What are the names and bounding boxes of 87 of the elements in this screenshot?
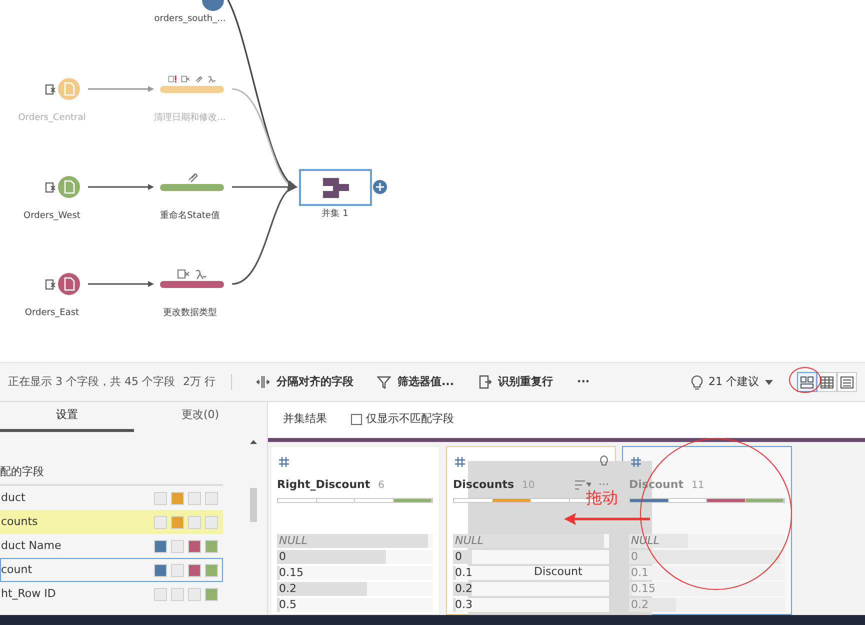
step-label: 清理日期和修改...	[154, 112, 226, 125]
view-toggle[interactable]	[797, 372, 817, 392]
step-label: 重命名State值	[160, 210, 220, 223]
field-title: Discounts	[453, 477, 514, 493]
field-row[interactable]: ht_Row ID	[0, 582, 223, 606]
toolbar-button[interactable]: 识别重复行	[470, 370, 562, 394]
sort-icon[interactable]	[574, 480, 590, 490]
field-row[interactable]: duct	[0, 486, 223, 510]
value-label: 0.15	[631, 582, 656, 594]
results-title: 并集结果	[283, 410, 327, 427]
scroll-up-icon[interactable]	[250, 440, 256, 444]
field-row[interactable]: duct Name	[0, 534, 223, 558]
step-label: orders_south_...	[154, 13, 226, 26]
value-label: 0.2	[279, 582, 296, 594]
value-label: NULL	[455, 534, 484, 546]
field-name: count	[1, 562, 32, 578]
document-icon	[177, 268, 190, 280]
arrow-connector	[88, 280, 154, 288]
input-icon	[45, 279, 56, 290]
list-view-icon	[840, 375, 854, 389]
step-label: 更改数据类型	[163, 307, 217, 320]
lightbulb-icon	[690, 374, 702, 390]
lambda-icon	[207, 73, 216, 85]
toolbar-button[interactable]: 筛选器值...	[369, 370, 462, 394]
union-label: 并集 1	[322, 208, 348, 221]
document-icon	[478, 375, 492, 389]
input-icon	[45, 84, 56, 95]
input-label: Orders_East	[24, 307, 80, 320]
input-node[interactable]	[58, 273, 80, 295]
mismatch-checkbox[interactable]: 仅显示不匹配字段	[351, 410, 454, 428]
list-header: 配的字段	[0, 462, 223, 486]
union-node[interactable]	[299, 169, 372, 206]
panel-tab[interactable]: 更改(0)	[134, 402, 267, 432]
annotation-circle	[789, 367, 821, 393]
value-label: 0.1	[631, 566, 648, 578]
value-label: NULL	[279, 534, 308, 546]
field-name: ht_Row ID	[1, 586, 56, 602]
scrollbar-thumb[interactable]	[250, 488, 256, 522]
caret-icon	[765, 380, 773, 384]
value-label: 0	[631, 550, 638, 562]
field-count: 11	[691, 478, 704, 493]
profile-view-icon	[800, 375, 814, 389]
row-count: 2万 行	[182, 374, 232, 390]
lambda-icon	[194, 268, 207, 280]
number-type-icon	[277, 455, 291, 469]
field-name: counts	[1, 514, 38, 530]
step-node[interactable]	[160, 281, 224, 288]
input-label: Orders_Central	[18, 112, 86, 125]
field-title: Right_Discount	[277, 477, 370, 493]
field-summary: 正在显示 3 个字段，共 45 个字段	[8, 374, 175, 390]
grid-view-icon	[820, 375, 834, 389]
number-type-icon	[453, 455, 467, 469]
toolbar-button[interactable]: 分隔对齐的字段	[248, 370, 362, 394]
drag-ghost-label: Discount	[534, 564, 582, 580]
filter-icon	[377, 375, 392, 389]
step-node[interactable]	[160, 184, 224, 191]
union-icon	[322, 178, 348, 198]
document-icon	[181, 73, 190, 85]
input-icon	[45, 182, 56, 193]
value-label: 0.1	[455, 566, 472, 578]
value-label: 0.3	[455, 598, 472, 610]
panel-tab[interactable]: 设置	[0, 402, 134, 432]
input-node[interactable]	[58, 176, 80, 198]
arrow-connector	[88, 85, 154, 93]
add-step-icon[interactable]	[373, 180, 387, 194]
suggestions-button[interactable]: 21 个建议	[682, 370, 781, 394]
split-icon	[256, 375, 270, 389]
value-label: 0	[279, 550, 286, 562]
value-label: 0.2	[455, 582, 472, 594]
arrow-connector	[88, 183, 154, 191]
step-node[interactable]	[202, 0, 224, 12]
field-name: duct	[1, 490, 26, 506]
field-name: duct Name	[1, 538, 62, 554]
input-label: Orders_West	[24, 210, 80, 223]
more-button[interactable]: ···	[569, 370, 598, 394]
field-row[interactable]: counts	[0, 510, 223, 534]
value-label: 0.15	[279, 566, 304, 578]
value-label: 0.2	[631, 598, 648, 610]
warning-icon	[168, 73, 177, 85]
number-type-icon	[629, 455, 643, 469]
view-toggle[interactable]	[817, 372, 837, 392]
value-label: 0	[455, 550, 462, 562]
value-label: 0.5	[279, 598, 296, 610]
view-toggle[interactable]	[837, 372, 857, 392]
field-count: 10	[522, 478, 535, 493]
field-count: 6	[378, 478, 385, 493]
field-row[interactable]: count	[0, 558, 223, 582]
